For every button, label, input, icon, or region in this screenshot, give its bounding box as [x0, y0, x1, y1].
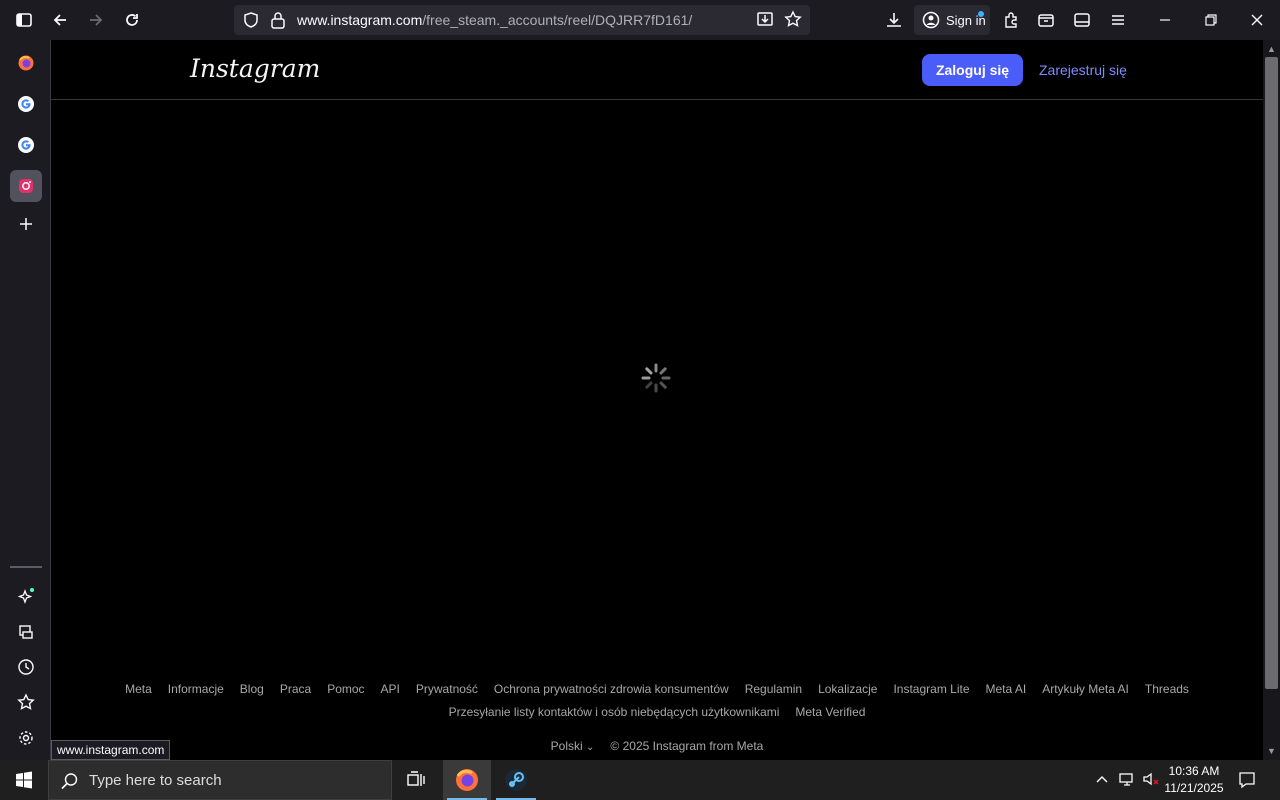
account-icon: [922, 11, 940, 29]
sign-in-button[interactable]: Sign in: [914, 5, 990, 35]
add-icon[interactable]: [10, 208, 42, 240]
settings-gear-icon[interactable]: [10, 722, 42, 754]
notification-dot: [978, 11, 984, 17]
taskbar-search-box[interactable]: Type here to search: [48, 760, 392, 800]
volume-muted-icon[interactable]: [1142, 771, 1160, 792]
firefox-icon[interactable]: [10, 47, 42, 79]
url-host: www.instagram.com: [297, 12, 423, 28]
footer-link[interactable]: Instagram Lite: [893, 682, 969, 696]
notifications-icon[interactable]: [1238, 771, 1256, 794]
loading-spinner-icon: [641, 363, 671, 393]
history-icon[interactable]: [10, 651, 42, 683]
footer-link[interactable]: Przesyłanie listy kontaktów i osób niebę…: [449, 705, 780, 719]
tracking-shield-icon[interactable]: [242, 11, 260, 34]
tray-clock[interactable]: 10:36 AM 11/21/2025: [1160, 763, 1228, 797]
footer-links-row-1: Meta Informacje Blog Praca Pomoc API Pry…: [51, 682, 1263, 696]
language-selector[interactable]: Polski ⌄: [551, 739, 595, 753]
footer-link[interactable]: Informacje: [168, 682, 224, 696]
lock-icon[interactable]: [270, 11, 286, 34]
web-page: Instagram Zaloguj się Zarejestruj się Me…: [51, 40, 1263, 760]
pocket-icon[interactable]: [1032, 6, 1060, 34]
browser-toolbar: www.instagram.com/free_steam._accounts/r…: [0, 0, 1280, 40]
reload-icon[interactable]: [118, 6, 146, 34]
address-bar[interactable]: www.instagram.com/free_steam._accounts/r…: [234, 5, 810, 35]
instagram-icon[interactable]: [10, 170, 42, 202]
signup-link[interactable]: Zarejestruj się: [1039, 62, 1127, 78]
scrollbar-thumb[interactable]: [1265, 57, 1278, 689]
restore-icon[interactable]: [1197, 6, 1225, 34]
google-icon[interactable]: [10, 88, 42, 120]
install-app-icon[interactable]: [756, 10, 774, 33]
chevron-down-icon: ⌄: [586, 742, 595, 753]
tray-chevron-up-icon[interactable]: [1094, 771, 1110, 792]
footer-link[interactable]: Prywatność: [416, 682, 478, 696]
footer-link[interactable]: Artykuły Meta AI: [1042, 682, 1129, 696]
status-url-tooltip: www.instagram.com: [51, 740, 171, 760]
scroll-down-arrow-icon[interactable]: ▼: [1263, 743, 1280, 759]
footer-link[interactable]: Threads: [1145, 682, 1189, 696]
footer-link[interactable]: API: [381, 682, 400, 696]
windows-taskbar: Type here to search 10:36 AM 11/21/2025: [0, 760, 1280, 800]
scroll-up-arrow-icon[interactable]: ▲: [1263, 41, 1280, 57]
sidebar-divider: [10, 566, 42, 568]
menu-icon[interactable]: [1104, 6, 1132, 34]
downloads-icon[interactable]: [880, 6, 908, 34]
footer-bottom: Polski ⌄ © 2025 Instagram from Meta: [51, 739, 1263, 753]
ai-sparkle-icon[interactable]: [10, 581, 42, 613]
instagram-header: Instagram Zaloguj się Zarejestruj się: [51, 40, 1263, 100]
clock-time: 10:36 AM: [1168, 764, 1220, 778]
browser-sidebar: [0, 40, 51, 760]
taskbar-firefox-icon[interactable]: [443, 760, 491, 800]
language-label: Polski: [550, 739, 583, 753]
taskbar-steam-icon[interactable]: [492, 760, 540, 800]
footer-link[interactable]: Ochrona prywatności zdrowia konsumentów: [494, 682, 729, 696]
login-button[interactable]: Zaloguj się: [922, 54, 1023, 86]
screen: www.instagram.com/free_steam._accounts/r…: [0, 0, 1280, 800]
sidebar-panel-icon[interactable]: [1068, 6, 1096, 34]
url-path: /free_steam._accounts/reel/DQJRR7fD161/: [422, 12, 693, 28]
synced-tabs-icon[interactable]: [10, 616, 42, 648]
task-view-icon[interactable]: [392, 760, 440, 800]
search-icon: [61, 773, 78, 790]
footer-links-row-2: Przesyłanie listy kontaktów i osób niebę…: [51, 705, 1263, 719]
footer-link[interactable]: Regulamin: [745, 682, 802, 696]
footer-link[interactable]: Lokalizacje: [818, 682, 877, 696]
footer-link[interactable]: Pomoc: [327, 682, 364, 696]
search-placeholder: Type here to search: [89, 772, 222, 789]
clock-date: 11/21/2025: [1164, 781, 1224, 795]
back-icon[interactable]: [46, 6, 74, 34]
bookmarks-icon[interactable]: [10, 686, 42, 718]
footer-link[interactable]: Praca: [280, 682, 311, 696]
footer-link[interactable]: Meta AI: [986, 682, 1027, 696]
footer-link[interactable]: Meta: [125, 682, 152, 696]
sidebar-toggle-icon[interactable]: [10, 6, 38, 34]
instagram-logo[interactable]: Instagram: [190, 54, 320, 83]
google-icon[interactable]: [10, 129, 42, 161]
extensions-icon[interactable]: [997, 6, 1025, 34]
url-text[interactable]: www.instagram.com/free_steam._accounts/r…: [297, 12, 692, 28]
bookmark-star-icon[interactable]: [784, 10, 802, 33]
network-icon[interactable]: [1118, 771, 1136, 792]
forward-icon[interactable]: [82, 6, 110, 34]
close-icon[interactable]: [1243, 6, 1271, 34]
copyright-text: © 2025 Instagram from Meta: [610, 739, 764, 753]
footer-link[interactable]: Meta Verified: [795, 705, 865, 719]
footer-link[interactable]: Blog: [240, 682, 264, 696]
minimize-icon[interactable]: [1151, 6, 1179, 34]
windows-start-icon[interactable]: [0, 760, 48, 800]
